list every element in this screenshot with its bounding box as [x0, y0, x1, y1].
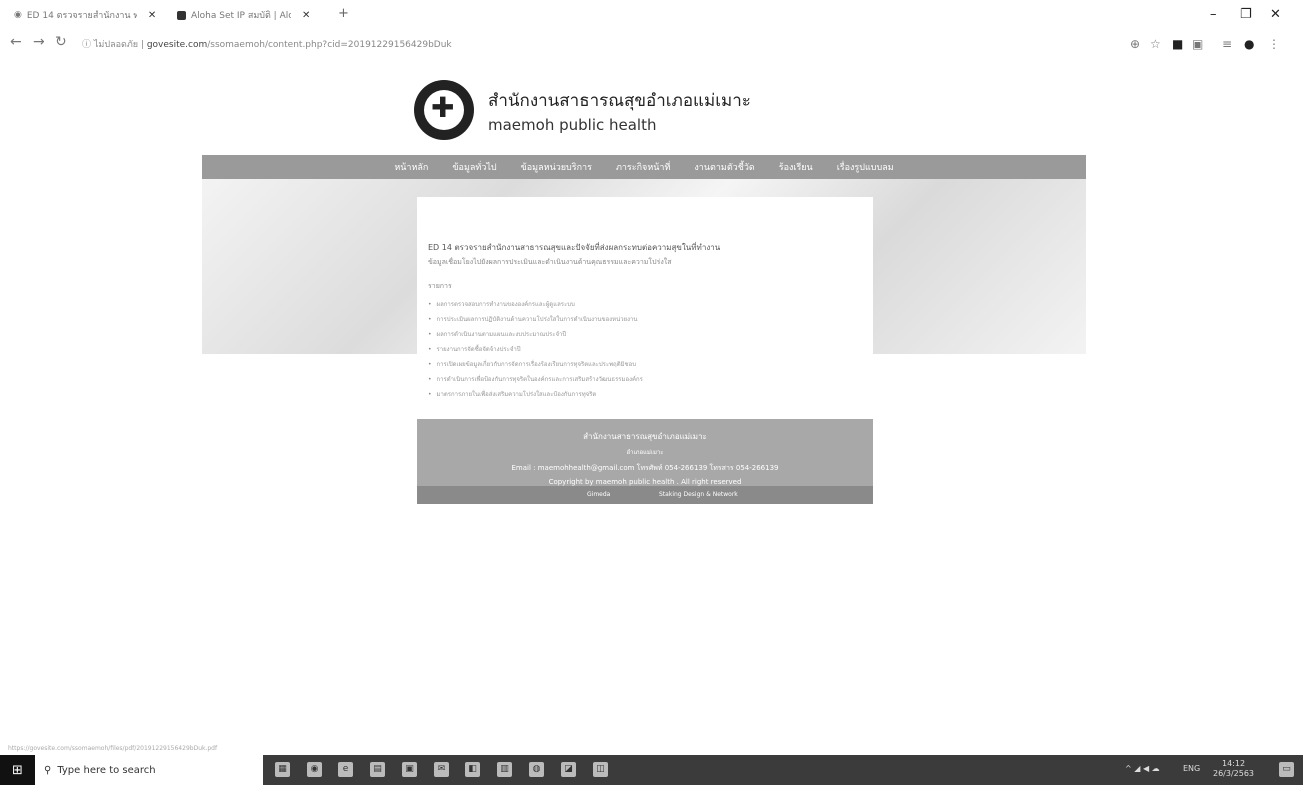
browser-tab-bar: ◉ ED 14 ตรวจรายสำนักงาน ทำดีในระบบ ✕ Alo… — [0, 0, 1303, 28]
edge-icon[interactable]: e — [338, 762, 353, 777]
taskbar-apps: ▦ ◉ e ▤ ▣ ✉ ◧ ▥ ◍ ◪ ◫ ^ ◢ ◀ ☁ ENG 14:12 … — [263, 755, 1303, 785]
document-list: ผลการตรวจสอบการทำงานขององค์กรและผู้ดูแลร… — [428, 299, 643, 404]
nav-item[interactable]: หน้าหลัก — [394, 160, 428, 174]
footer-sub: อำเภอแม่เมาะ — [626, 449, 664, 456]
language-indicator[interactable]: ENG — [1183, 764, 1200, 773]
list-item[interactable]: ผลการดำเนินงานตามแผนและงบประมาณประจำปี — [428, 329, 643, 344]
footer-link[interactable]: Gimeda — [587, 491, 610, 498]
footer-bar: Gimeda Staking Design & Network — [417, 486, 873, 504]
reading-list-icon[interactable]: ≡ — [1222, 37, 1232, 51]
nav-item[interactable]: ข้อมูลหน่วยบริการ — [521, 160, 592, 174]
ministry-logo-icon[interactable] — [414, 80, 474, 140]
url-security-label: ไม่ปลอดภัย — [93, 40, 139, 50]
extension-icon-2[interactable]: ▣ — [1192, 37, 1203, 51]
main-nav: หน้าหลัก ข้อมูลทั่วไป ข้อมูลหน่วยบริการ … — [202, 155, 1086, 179]
site-title-th: สำนักงานสาธารณสุขอำเภอแม่เมาะ — [488, 90, 751, 111]
app-icon[interactable]: ◫ — [593, 762, 608, 777]
menu-icon[interactable]: ⋮ — [1268, 37, 1280, 51]
new-tab-icon[interactable]: + — [338, 6, 349, 21]
site-header: สำนักงานสาธารณสุขอำเภอแม่เมาะ maemoh pub… — [414, 80, 751, 140]
nav-item[interactable]: ร้องเรียน — [779, 160, 813, 174]
list-item[interactable]: มาตรการภายในเพื่อส่งเสริมความโปร่งใสและป… — [428, 389, 643, 404]
close-tab-icon[interactable]: ✕ — [302, 10, 310, 21]
address-bar: ← → ↻ ⓘ ไม่ปลอดภัย | govesite.com/ssomae… — [0, 28, 1303, 58]
nav-item[interactable]: งานตามตัวชี้วัด — [694, 160, 754, 174]
browser-tab-2[interactable]: Aloha Set IP สมบัติ | Aloha ✕ — [177, 6, 325, 24]
close-tab-icon[interactable]: ✕ — [148, 10, 156, 21]
content-title: ED 14 ตรวจรายสำนักงานสาธารณสุขและปัจจัยท… — [428, 243, 721, 252]
back-icon[interactable]: ← — [10, 34, 22, 50]
url-field[interactable]: ⓘ ไม่ปลอดภัย | govesite.com/ssomaemoh/co… — [82, 37, 452, 51]
list-item[interactable]: การประเมินผลการปฏิบัติงานด้านความโปร่งใส… — [428, 314, 643, 329]
minimize-icon[interactable]: – — [1210, 7, 1217, 22]
site-footer: สำนักงานสาธารณสุขอำเภอแม่เมาะ อำเภอแม่เม… — [417, 419, 873, 486]
extension-icon[interactable]: ■ — [1172, 37, 1183, 51]
tab-title: Aloha Set IP สมบัติ | Aloha — [191, 11, 291, 21]
taskbar-search[interactable]: ⚲ Type here to search — [35, 755, 253, 785]
status-url: https://govesite.com/ssomaemoh/files/pdf… — [8, 745, 218, 752]
taskbar: ⊞ ⚲ Type here to search ▦ ◉ e ▤ ▣ ✉ ◧ ▥ … — [0, 755, 1303, 785]
file-explorer-icon[interactable]: ▤ — [370, 762, 385, 777]
footer-copyright: Copyright by maemoh public health . All … — [548, 478, 742, 486]
list-heading: รายการ — [428, 282, 452, 290]
app-icon[interactable]: ◧ — [465, 762, 480, 777]
search-placeholder: Type here to search — [57, 764, 156, 776]
chrome-icon[interactable]: ◉ — [307, 762, 322, 777]
windows-start-icon[interactable]: ⊞ — [0, 755, 35, 785]
content-description: ข้อมูลเชื่อมโยงไปยังผลการประเมินและดำเนิ… — [428, 258, 672, 266]
bookmark-star-icon[interactable]: ☆ — [1150, 37, 1161, 51]
content-panel: ED 14 ตรวจรายสำนักงานสาธารณสุขและปัจจัยท… — [417, 197, 873, 407]
list-item[interactable]: รายงานการจัดซื้อจัดจ้างประจำปี — [428, 344, 643, 359]
url-host: govesite.com — [146, 40, 208, 50]
site-title-en: maemoh public health — [488, 115, 657, 134]
aloha-icon — [177, 10, 186, 20]
list-item[interactable]: การดำเนินการเพื่อป้องกันการทุจริตในองค์ก… — [428, 374, 643, 389]
task-view-icon[interactable]: ▦ — [275, 762, 290, 777]
date: 26/3/2563 — [1213, 769, 1255, 778]
close-window-icon[interactable]: ✕ — [1270, 7, 1281, 22]
store-icon[interactable]: ▣ — [402, 762, 417, 777]
list-item[interactable]: ผลการตรวจสอบการทำงานขององค์กรและผู้ดูแลร… — [428, 299, 643, 314]
restore-icon[interactable]: ❐ — [1240, 7, 1252, 22]
info-icon: ⓘ — [82, 40, 92, 50]
app-icon[interactable]: ▥ — [497, 762, 512, 777]
footer-link[interactable]: Staking Design & Network — [659, 491, 738, 498]
zoom-icon[interactable]: ⊕ — [1130, 37, 1140, 51]
app-icon[interactable]: ◪ — [561, 762, 576, 777]
nav-item[interactable]: เรื่องรูปแบบลม — [837, 160, 894, 174]
nav-item[interactable]: ข้อมูลทั่วไป — [452, 160, 496, 174]
time: 14:12 — [1221, 759, 1246, 768]
tab-title: ED 14 ตรวจรายสำนักงาน ทำดีในระบบ — [26, 11, 137, 21]
url-path: /ssomaemoh/content.php?cid=2019122915642… — [207, 40, 452, 50]
nav-item[interactable]: ภาระกิจหน้าที่ — [616, 160, 670, 174]
footer-org: สำนักงานสาธารณสุขอำเภอแม่เมาะ — [583, 432, 707, 441]
profile-icon[interactable]: ● — [1244, 37, 1254, 51]
notification-icon[interactable]: ▭ — [1279, 762, 1294, 777]
clock[interactable]: 14:12 26/3/2563 — [1213, 759, 1254, 779]
globe-icon: ◉ — [14, 10, 22, 20]
list-item[interactable]: การเปิดเผยข้อมูลเกี่ยวกับการจัดการเรื่อง… — [428, 359, 643, 374]
search-icon: ⚲ — [44, 764, 52, 776]
line-icon[interactable]: ◍ — [529, 762, 544, 777]
forward-icon[interactable]: → — [33, 34, 45, 50]
reload-icon[interactable]: ↻ — [55, 34, 67, 50]
browser-tab-1[interactable]: ◉ ED 14 ตรวจรายสำนักงาน ทำดีในระบบ ✕ — [14, 6, 164, 24]
footer-contact: Email : maemohhealth@gmail.com โทรศัพท์ … — [511, 464, 779, 472]
mail-icon[interactable]: ✉ — [434, 762, 449, 777]
tray-icons[interactable]: ^ ◢ ◀ ☁ — [1125, 764, 1160, 773]
